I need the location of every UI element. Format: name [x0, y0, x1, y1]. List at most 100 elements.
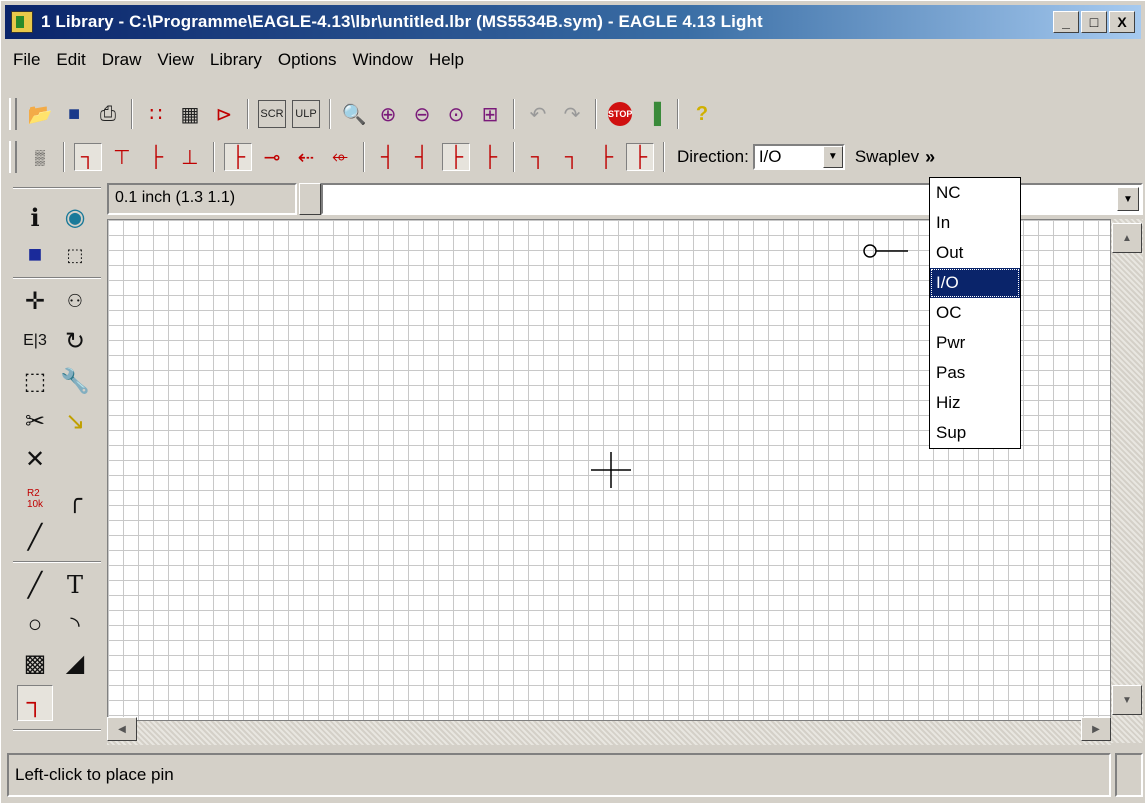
- device-icon[interactable]: ⊳: [210, 100, 238, 128]
- menu-help[interactable]: Help: [421, 50, 472, 70]
- menu-file[interactable]: File: [5, 50, 48, 70]
- resize-grip-icon[interactable]: [1115, 753, 1143, 797]
- scroll-down-button[interactable]: ▼: [1112, 685, 1142, 715]
- arc-icon[interactable]: ◝: [57, 607, 93, 643]
- pin-visible-pin-icon[interactable]: ├: [592, 143, 620, 171]
- zoom-fit-icon[interactable]: 🔍: [340, 100, 368, 128]
- direction-option-out[interactable]: Out: [930, 238, 1020, 268]
- direction-select[interactable]: I/O ▼: [752, 144, 845, 170]
- direction-option-hiz[interactable]: Hiz: [930, 388, 1020, 418]
- pin-orient-r180-icon[interactable]: ├: [142, 143, 170, 171]
- maximize-button[interactable]: □: [1081, 11, 1107, 33]
- pin-length-long-icon[interactable]: ├: [476, 143, 504, 171]
- print-icon[interactable]: ⎙: [94, 100, 122, 128]
- circle-icon[interactable]: ○: [17, 607, 53, 643]
- direction-option-pwr[interactable]: Pwr: [930, 328, 1020, 358]
- window-title: 1 Library - C:\Programme\EAGLE-4.13\lbr\…: [41, 12, 763, 31]
- undo-icon[interactable]: ↶: [524, 100, 552, 128]
- eagle-app-icon[interactable]: [11, 11, 33, 33]
- rect-icon[interactable]: ▩: [17, 645, 53, 681]
- move-icon[interactable]: ✛: [17, 283, 53, 319]
- pin-visible-off-icon[interactable]: ┐: [524, 143, 552, 171]
- pin-function-clk-icon[interactable]: ⇠: [292, 143, 320, 171]
- main-toolbar: 📂 ■ ⎙ ∷ ▦ ⊳ SCR ULP 🔍 ⊕ ⊖ ⊙ ⊞ ↶ ↷ STOP ▐…: [5, 93, 719, 135]
- show-icon[interactable]: ◉: [57, 199, 93, 235]
- menu-view[interactable]: View: [149, 50, 202, 70]
- minimize-button[interactable]: _: [1053, 11, 1079, 33]
- scroll-up-button[interactable]: ▲: [1112, 223, 1142, 253]
- change-icon[interactable]: 🔧: [57, 363, 93, 399]
- scroll-left-button[interactable]: ◀: [107, 717, 137, 741]
- status-bar: Left-click to place pin: [7, 753, 1111, 797]
- name-icon[interactable]: R2 10k: [17, 481, 53, 517]
- save-icon[interactable]: ■: [60, 100, 88, 128]
- direction-option-sup[interactable]: Sup: [930, 418, 1020, 448]
- pin-orient-r90-icon[interactable]: ⊤: [108, 143, 136, 171]
- symbol-icon[interactable]: ▦: [176, 100, 204, 128]
- command-palette: i ◉ ■ ⬚ ✛ ⚇ E|3 ↻ ⬚ 🔧 ✂ ↘ ✕ R2 10k ╭ ╱ ╱ …: [13, 183, 103, 739]
- direction-option-pas[interactable]: Pas: [930, 358, 1020, 388]
- go-icon[interactable]: ▐: [640, 100, 668, 128]
- pin-length-short-icon[interactable]: ┤: [408, 143, 436, 171]
- toolbar-overflow-icon[interactable]: »: [925, 147, 935, 168]
- close-button[interactable]: X: [1109, 11, 1135, 33]
- horizontal-scrollbar[interactable]: ◀ ▶: [107, 717, 1111, 745]
- zoom-out-icon[interactable]: ⊖: [408, 100, 436, 128]
- zoom-redraw-icon[interactable]: ⊙: [442, 100, 470, 128]
- split-icon[interactable]: ╱: [17, 519, 53, 555]
- pin-icon[interactable]: ┐: [17, 685, 53, 721]
- toolbar-grip[interactable]: [9, 98, 17, 130]
- pin-function-dot-icon[interactable]: ⊸: [258, 143, 286, 171]
- text-icon[interactable]: T: [57, 567, 93, 603]
- direction-option-nc[interactable]: NC: [930, 178, 1020, 208]
- pin-visible-both-icon[interactable]: ├: [626, 143, 654, 171]
- rotate-icon[interactable]: ↻: [57, 323, 93, 359]
- zoom-in-icon[interactable]: ⊕: [374, 100, 402, 128]
- menu-options[interactable]: Options: [270, 50, 345, 70]
- mark-icon[interactable]: ⬚: [57, 237, 93, 273]
- display-icon[interactable]: ■: [17, 237, 53, 273]
- menu-window[interactable]: Window: [344, 50, 420, 70]
- polygon-icon[interactable]: ◢: [57, 645, 93, 681]
- direction-option-oc[interactable]: OC: [930, 298, 1020, 328]
- menu-draw[interactable]: Draw: [94, 50, 150, 70]
- help-icon[interactable]: ?: [688, 100, 716, 128]
- info-icon[interactable]: i: [17, 199, 53, 235]
- title-bar[interactable]: 1 Library - C:\Programme\EAGLE-4.13\lbr\…: [5, 5, 1141, 39]
- copy-icon[interactable]: ⚇: [57, 283, 93, 319]
- scroll-right-button[interactable]: ▶: [1081, 717, 1111, 741]
- direction-label: Direction:: [677, 147, 749, 166]
- script-icon[interactable]: SCR: [258, 100, 286, 128]
- chevron-down-icon[interactable]: ▼: [1117, 187, 1139, 211]
- grid-icon[interactable]: ▒: [26, 143, 54, 171]
- zoom-select-icon[interactable]: ⊞: [476, 100, 504, 128]
- cut-icon[interactable]: ✂: [17, 403, 53, 439]
- paste-icon[interactable]: ↘: [57, 403, 93, 439]
- menu-library[interactable]: Library: [202, 50, 270, 70]
- pin-length-point-icon[interactable]: ┤: [374, 143, 402, 171]
- stop-icon[interactable]: STOP: [606, 100, 634, 128]
- delete-icon[interactable]: ✕: [17, 441, 53, 477]
- pin-function-dotclk-icon[interactable]: ⬰: [326, 143, 354, 171]
- direction-option-io[interactable]: I/O: [930, 268, 1020, 298]
- wire-icon[interactable]: ╱: [17, 567, 53, 603]
- package-icon[interactable]: ∷: [142, 100, 170, 128]
- swaplevel-label: Swaplev: [854, 147, 920, 166]
- vertical-scrollbar[interactable]: ▲ ▼: [1111, 219, 1143, 743]
- redo-icon[interactable]: ↷: [558, 100, 586, 128]
- pin-function-none-icon[interactable]: ├: [224, 143, 252, 171]
- miter-icon[interactable]: ╭: [57, 481, 93, 517]
- pin-length-middle-icon[interactable]: ├: [442, 143, 470, 171]
- open-icon[interactable]: 📂: [26, 100, 54, 128]
- pin-orient-r0-icon[interactable]: ┐: [74, 143, 102, 171]
- mirror-icon[interactable]: E|3: [17, 323, 53, 359]
- coord-toggle-button[interactable]: [299, 183, 321, 215]
- chevron-down-icon[interactable]: ▼: [822, 146, 843, 168]
- toolbar-grip-2[interactable]: [9, 141, 17, 173]
- pin-orient-r270-icon[interactable]: ⊥: [176, 143, 204, 171]
- direction-option-in[interactable]: In: [930, 208, 1020, 238]
- group-icon[interactable]: ⬚: [17, 363, 53, 399]
- ulp-icon[interactable]: ULP: [292, 100, 320, 128]
- pin-visible-pad-icon[interactable]: ┐: [558, 143, 586, 171]
- menu-edit[interactable]: Edit: [48, 50, 93, 70]
